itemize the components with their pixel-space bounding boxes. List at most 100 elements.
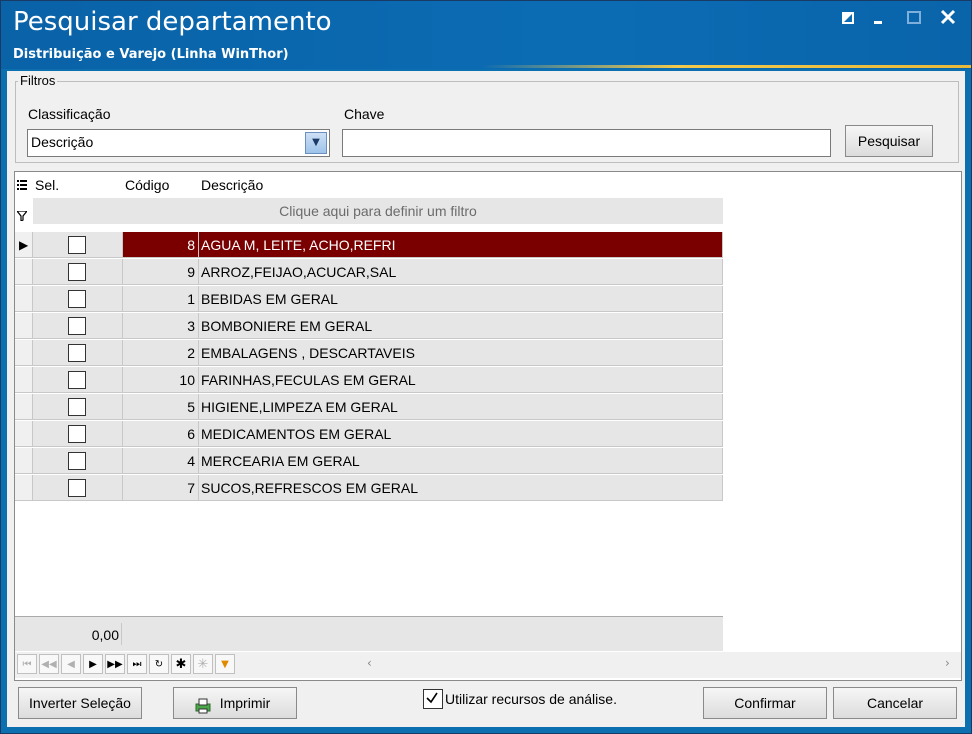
code-cell[interactable]: 7 <box>123 475 199 501</box>
maximize-icon[interactable] <box>903 9 925 31</box>
row-indicator[interactable] <box>15 286 33 312</box>
row-indicator[interactable] <box>15 475 33 501</box>
row-checkbox[interactable] <box>68 344 86 362</box>
table-row[interactable]: 6 MEDICAMENTOS EM GERAL <box>15 421 723 448</box>
row-indicator[interactable] <box>15 340 33 366</box>
minimize-icon[interactable] <box>867 9 889 31</box>
dialog-client: Filtros Classificação Chave Descrição ▼ … <box>7 71 965 727</box>
insert-icon[interactable]: ✱ <box>171 654 191 674</box>
desc-cell[interactable]: ARROZ,FEIJAO,ACUCAR,SAL <box>199 259 723 285</box>
row-checkbox[interactable] <box>68 371 86 389</box>
table-row[interactable]: 4 MERCEARIA EM GERAL <box>15 448 723 475</box>
print-button-label: Imprimir <box>219 695 271 711</box>
chave-input[interactable] <box>342 129 831 157</box>
chevron-down-icon[interactable]: ▼ <box>305 132 327 154</box>
row-indicator[interactable] <box>15 313 33 339</box>
next-page-icon[interactable]: ▶▶ <box>105 654 125 674</box>
sel-cell[interactable] <box>33 259 123 285</box>
row-checkbox[interactable] <box>68 479 86 497</box>
desc-cell[interactable]: BOMBONIERE EM GERAL <box>199 313 723 339</box>
classificacao-combobox[interactable]: Descrição ▼ <box>27 129 330 157</box>
sel-cell[interactable] <box>33 340 123 366</box>
code-cell[interactable]: 10 <box>123 367 199 393</box>
sel-cell[interactable] <box>33 448 123 474</box>
analysis-checkbox-label[interactable]: Utilizar recursos de análise. <box>445 691 617 707</box>
search-button[interactable]: Pesquisar <box>845 125 933 157</box>
scroll-left-icon[interactable]: ‹ <box>367 656 372 670</box>
close-icon[interactable] <box>937 9 959 31</box>
print-button[interactable]: Imprimir <box>173 687 297 719</box>
first-page-icon[interactable]: ⏮ <box>17 654 37 674</box>
row-checkbox[interactable] <box>68 317 86 335</box>
sel-cell[interactable] <box>33 232 123 258</box>
desc-cell[interactable]: EMBALAGENS , DESCARTAVEIS <box>199 340 723 366</box>
desc-cell[interactable]: AGUA M, LEITE, ACHO,REFRI <box>199 232 723 258</box>
row-indicator[interactable] <box>15 367 33 393</box>
desc-cell[interactable]: MEDICAMENTOS EM GERAL <box>199 421 723 447</box>
sel-cell[interactable] <box>33 475 123 501</box>
row-checkbox[interactable] <box>68 236 86 254</box>
table-row[interactable]: 9 ARROZ,FEIJAO,ACUCAR,SAL <box>15 259 723 286</box>
row-indicator[interactable] <box>15 421 33 447</box>
row-checkbox[interactable] <box>68 452 86 470</box>
filter-row[interactable]: Clique aqui para definir um filtro <box>15 198 723 224</box>
code-cell[interactable]: 8 <box>123 232 199 258</box>
row-indicator[interactable]: ▶ <box>15 232 33 258</box>
last-page-icon[interactable]: ⏭ <box>127 654 147 674</box>
code-cell[interactable]: 4 <box>123 448 199 474</box>
table-row[interactable]: 2 EMBALAGENS , DESCARTAVEIS <box>15 340 723 367</box>
scroll-right-icon[interactable]: › <box>945 656 950 670</box>
sel-cell[interactable] <box>33 394 123 420</box>
code-cell[interactable]: 6 <box>123 421 199 447</box>
row-checkbox[interactable] <box>68 425 86 443</box>
table-row[interactable]: 3 BOMBONIERE EM GERAL <box>15 313 723 340</box>
grid-header: Sel. Código Descrição <box>15 172 723 198</box>
table-row[interactable]: 7 SUCOS,REFRESCOS EM GERAL <box>15 475 723 502</box>
desc-cell[interactable]: HIGIENE,LIMPEZA EM GERAL <box>199 394 723 420</box>
row-checkbox[interactable] <box>68 263 86 281</box>
filter-icon <box>15 206 29 225</box>
departments-grid[interactable]: Sel. Código Descrição Clique aqui para d… <box>14 171 962 681</box>
filter-hint[interactable]: Clique aqui para definir um filtro <box>33 198 723 224</box>
sel-cell[interactable] <box>33 367 123 393</box>
sel-cell[interactable] <box>33 313 123 339</box>
table-row[interactable]: ▶ 8 AGUA M, LEITE, ACHO,REFRI <box>15 232 723 259</box>
prev-record-icon[interactable]: ◀ <box>61 654 81 674</box>
desc-cell[interactable]: FARINHAS,FECULAS EM GERAL <box>199 367 723 393</box>
code-cell[interactable]: 2 <box>123 340 199 366</box>
code-cell[interactable]: 3 <box>123 313 199 339</box>
title-accent-line <box>481 65 971 68</box>
invert-selection-button[interactable]: Inverter Seleção <box>18 687 142 719</box>
sel-cell[interactable] <box>33 421 123 447</box>
cancel-button[interactable]: Cancelar <box>833 687 957 719</box>
column-chooser-icon[interactable] <box>17 178 27 194</box>
column-header-codigo[interactable]: Código <box>125 177 169 193</box>
table-row[interactable]: 5 HIGIENE,LIMPEZA EM GERAL <box>15 394 723 421</box>
refresh-icon[interactable]: ↻ <box>149 654 169 674</box>
code-cell[interactable]: 5 <box>123 394 199 420</box>
filter-toggle-icon[interactable]: ▼ <box>215 654 235 674</box>
analysis-checkbox[interactable] <box>423 689 443 709</box>
restore-icon[interactable] <box>837 9 859 31</box>
sel-cell[interactable] <box>33 286 123 312</box>
desc-cell[interactable]: MERCEARIA EM GERAL <box>199 448 723 474</box>
row-checkbox[interactable] <box>68 398 86 416</box>
desc-cell[interactable]: SUCOS,REFRESCOS EM GERAL <box>199 475 723 501</box>
row-indicator[interactable] <box>15 259 33 285</box>
code-cell[interactable]: 1 <box>123 286 199 312</box>
desc-cell[interactable]: BEBIDAS EM GERAL <box>199 286 723 312</box>
row-checkbox[interactable] <box>68 290 86 308</box>
title-bar[interactable]: Pesquisar departamento Distribuição e Va… <box>1 1 971 69</box>
row-indicator[interactable] <box>15 448 33 474</box>
confirm-button[interactable]: Confirmar <box>703 687 827 719</box>
column-header-descricao[interactable]: Descrição <box>201 177 263 193</box>
code-cell[interactable]: 9 <box>123 259 199 285</box>
table-row[interactable]: 1 BEBIDAS EM GERAL <box>15 286 723 313</box>
prev-page-icon[interactable]: ◀◀ <box>39 654 59 674</box>
column-header-sel[interactable]: Sel. <box>35 177 59 193</box>
classificacao-label: Classificação <box>28 106 111 122</box>
delete-icon[interactable]: ✳ <box>193 654 213 674</box>
table-row[interactable]: 10 FARINHAS,FECULAS EM GERAL <box>15 367 723 394</box>
row-indicator[interactable] <box>15 394 33 420</box>
next-record-icon[interactable]: ▶ <box>83 654 103 674</box>
